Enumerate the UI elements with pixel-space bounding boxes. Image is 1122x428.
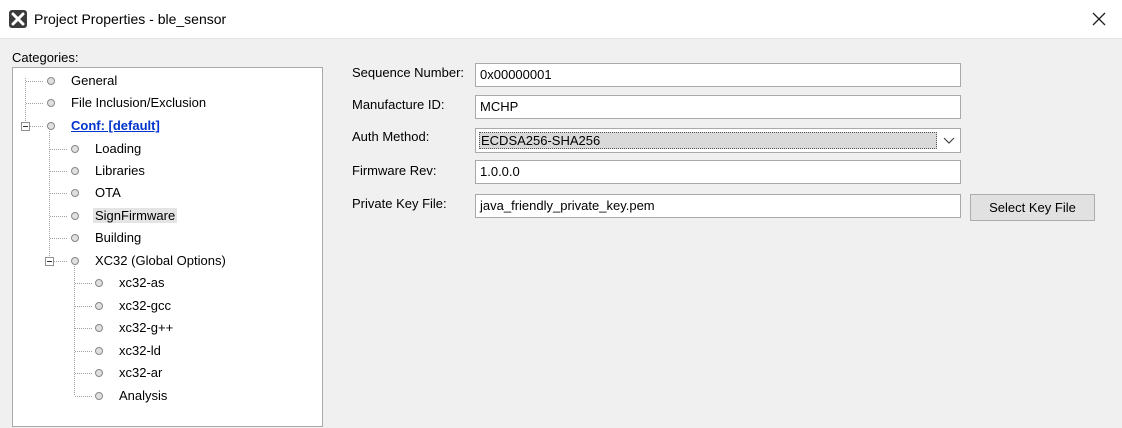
window-title: Project Properties - ble_sensor [34, 11, 227, 27]
tree-item-xc32-gpp[interactable]: xc32-g++ [95, 318, 175, 338]
node-bullet-icon [95, 324, 103, 332]
app-logo-icon [9, 10, 27, 28]
categories-label: Categories: [12, 50, 79, 65]
node-bullet-icon [71, 257, 79, 265]
node-bullet-icon [47, 77, 55, 85]
node-bullet-icon [95, 302, 103, 310]
select-key-file-button[interactable]: Select Key File [970, 194, 1095, 221]
node-bullet-icon [71, 189, 79, 197]
node-bullet-icon [71, 167, 79, 175]
sequence-number-input[interactable]: 0x00000001 [475, 63, 961, 87]
node-bullet-icon [71, 145, 79, 153]
tree-item-loading[interactable]: Loading [71, 139, 143, 159]
auth-method-label: Auth Method: [352, 129, 430, 144]
auth-method-value: ECDSA256-SHA256 [479, 132, 937, 149]
close-button[interactable] [1076, 0, 1122, 38]
tree-item-xc32-as[interactable]: xc32-as [95, 273, 167, 293]
tree-item-file-inclusion[interactable]: File Inclusion/Exclusion [47, 93, 208, 113]
chevron-down-icon [943, 137, 955, 144]
node-bullet-icon [95, 369, 103, 377]
tree-item-xc32-gcc[interactable]: xc32-gcc [95, 296, 173, 316]
firmware-rev-label: Firmware Rev: [352, 163, 437, 178]
node-bullet-icon [71, 212, 79, 220]
node-bullet-icon [95, 347, 103, 355]
node-bullet-icon [95, 279, 103, 287]
node-bullet-icon [47, 122, 55, 130]
private-key-file-label: Private Key File: [352, 196, 447, 211]
tree-item-analysis[interactable]: Analysis [95, 386, 169, 406]
categories-tree[interactable]: General File Inclusion/Exclusion Conf: [… [12, 67, 323, 427]
tree-item-signfirmware[interactable]: SignFirmware [71, 206, 178, 226]
tree-item-xc32[interactable]: XC32 (Global Options) [71, 251, 228, 271]
close-icon [1092, 12, 1106, 26]
tree-item-xc32-ld[interactable]: xc32-ld [95, 341, 163, 361]
tree-item-building[interactable]: Building [71, 228, 143, 248]
tree-item-conf[interactable]: Conf: [default] [47, 116, 162, 136]
auth-method-select[interactable]: ECDSA256-SHA256 [475, 128, 961, 153]
node-bullet-icon [47, 99, 55, 107]
title-bar: Project Properties - ble_sensor [0, 0, 1122, 39]
tree-item-ota[interactable]: OTA [71, 183, 123, 203]
manufacture-id-input[interactable]: MCHP [475, 95, 961, 119]
sequence-number-label: Sequence Number: [352, 65, 465, 80]
firmware-rev-input[interactable]: 1.0.0.0 [475, 160, 961, 184]
node-bullet-icon [71, 234, 79, 242]
conf-collapse-toggle[interactable] [21, 122, 30, 131]
tree-item-general[interactable]: General [47, 71, 119, 91]
node-bullet-icon [95, 392, 103, 400]
manufacture-id-label: Manufacture ID: [352, 97, 445, 112]
tree-item-libraries[interactable]: Libraries [71, 161, 147, 181]
xc32-collapse-toggle[interactable] [45, 257, 54, 266]
tree-item-xc32-ar[interactable]: xc32-ar [95, 363, 164, 383]
tree-lines [25, 78, 92, 397]
private-key-file-input[interactable]: java_friendly_private_key.pem [475, 194, 961, 218]
